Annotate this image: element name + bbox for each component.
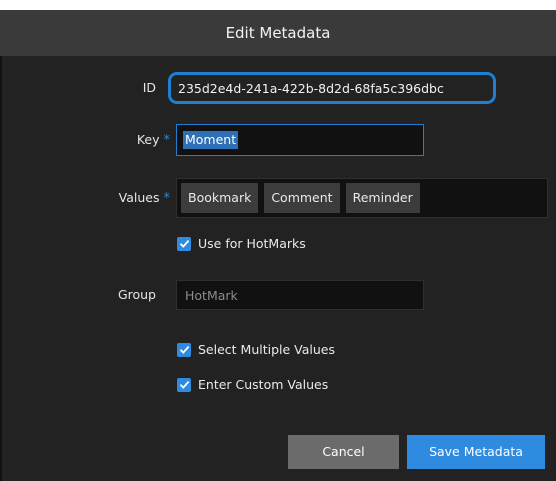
key-label: Key *: [20, 132, 170, 148]
value-chip-comment[interactable]: Comment: [264, 183, 340, 213]
value-chip-bookmark[interactable]: Bookmark: [181, 183, 259, 213]
value-chip-reminder[interactable]: Reminder: [345, 183, 420, 213]
group-label: Group: [6, 287, 156, 302]
dialog-left-border: [0, 56, 2, 481]
id-value: 235d2e4d-241a-422b-8d2d-68fa5c396dbc: [168, 72, 496, 104]
cancel-button[interactable]: Cancel: [288, 435, 399, 469]
id-label: ID: [6, 80, 156, 95]
values-required-mark: *: [163, 191, 171, 206]
checkmark-icon: [179, 240, 189, 248]
select-multiple-checkbox[interactable]: [177, 342, 191, 357]
key-input-value: Moment: [183, 131, 239, 149]
key-label-text: Key: [136, 132, 160, 147]
enter-custom-checkbox[interactable]: [177, 377, 191, 392]
values-label-text: Values: [118, 190, 160, 205]
enter-custom-row[interactable]: Enter Custom Values: [177, 377, 328, 392]
edit-metadata-dialog: Edit Metadata ID 235d2e4d-241a-422b-8d2d…: [0, 0, 556, 481]
checkmark-icon: [179, 381, 189, 389]
checkmark-icon: [179, 346, 189, 354]
values-input[interactable]: Bookmark Comment Reminder: [176, 178, 548, 218]
id-label-text: ID: [142, 80, 156, 95]
use-for-hotmarks-label: Use for HotMarks: [198, 236, 306, 251]
save-metadata-button[interactable]: Save Metadata: [407, 435, 545, 469]
group-input[interactable]: [176, 280, 424, 310]
values-label: Values *: [20, 190, 170, 206]
enter-custom-label: Enter Custom Values: [198, 377, 329, 392]
dialog-title: Edit Metadata: [0, 10, 556, 56]
key-required-mark: *: [163, 133, 171, 148]
group-label-text: Group: [117, 287, 156, 302]
top-edge: [0, 0, 556, 10]
use-for-hotmarks-row[interactable]: Use for HotMarks: [177, 236, 306, 251]
select-multiple-label: Select Multiple Values: [198, 342, 335, 357]
select-multiple-row[interactable]: Select Multiple Values: [177, 342, 335, 357]
use-for-hotmarks-checkbox[interactable]: [177, 236, 191, 251]
